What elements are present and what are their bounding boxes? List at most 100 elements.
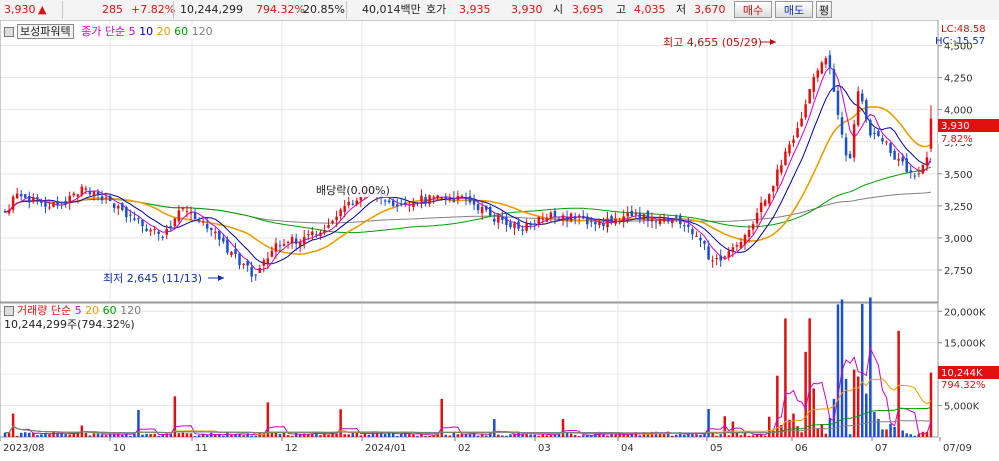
volume-bar bbox=[573, 434, 577, 437]
candle-body bbox=[695, 235, 698, 237]
candle-body bbox=[634, 213, 638, 215]
evaluate-button[interactable]: 평 bbox=[816, 1, 832, 18]
candle-body bbox=[169, 226, 173, 228]
candle-body bbox=[218, 230, 221, 240]
legend-toggle-icon[interactable] bbox=[4, 306, 14, 316]
volume-bar bbox=[800, 432, 803, 437]
volume-bar bbox=[784, 318, 787, 437]
volume-bar bbox=[715, 435, 718, 437]
stock-chart[interactable]: 2,7503,0003,2503,5003,7504,0004,2504,500… bbox=[0, 19, 999, 458]
candle-body bbox=[60, 202, 63, 204]
price-change: 285 bbox=[102, 3, 123, 16]
volume-bar bbox=[767, 416, 771, 437]
volume-bar bbox=[747, 435, 751, 437]
candle-body bbox=[763, 200, 767, 206]
volume-bar bbox=[873, 412, 876, 437]
candle-body bbox=[112, 203, 116, 208]
candle-body bbox=[521, 229, 524, 231]
candle-body bbox=[929, 118, 933, 149]
candle-body bbox=[885, 141, 888, 143]
volume-bar bbox=[100, 434, 104, 437]
candle-body bbox=[133, 218, 136, 220]
low-label: 저 bbox=[676, 3, 687, 16]
volume-bar bbox=[141, 434, 144, 437]
candle-body bbox=[480, 206, 484, 214]
candle-body bbox=[723, 256, 727, 258]
candle-body bbox=[84, 188, 88, 190]
volume-bar bbox=[40, 434, 43, 437]
volume-bar bbox=[379, 433, 383, 437]
volume-bar bbox=[181, 432, 185, 437]
date-tick-label: 2023/08 bbox=[3, 443, 45, 454]
date-tick-label: 03 bbox=[538, 443, 551, 454]
candle-body bbox=[869, 120, 872, 136]
candle-body bbox=[472, 199, 476, 205]
candle-body bbox=[92, 191, 96, 197]
vma5-legend: 5 bbox=[74, 304, 82, 317]
last-pct-tag-value: 7.82% bbox=[941, 134, 973, 145]
volume-bar bbox=[145, 433, 148, 437]
volume-bar bbox=[230, 434, 233, 437]
candle-body bbox=[840, 117, 844, 135]
candle-body bbox=[209, 227, 213, 230]
volume-bar bbox=[727, 435, 731, 437]
volume-bar bbox=[545, 435, 549, 437]
candle-body bbox=[565, 216, 569, 221]
candle-body bbox=[873, 132, 876, 134]
volume-bar bbox=[763, 435, 767, 437]
volume-bar bbox=[468, 434, 472, 437]
legend-toggle-icon[interactable] bbox=[4, 27, 14, 37]
volume-bar bbox=[670, 435, 674, 437]
ma10-legend: 10 bbox=[139, 25, 154, 38]
candle-body bbox=[731, 247, 735, 251]
candle-body bbox=[359, 196, 363, 201]
candle-body bbox=[286, 241, 290, 243]
volume-bar bbox=[719, 434, 722, 437]
candle-body bbox=[440, 197, 443, 199]
candle-body bbox=[468, 196, 472, 203]
candle-body bbox=[602, 223, 605, 227]
volume-bar bbox=[177, 433, 181, 437]
candle-body bbox=[145, 228, 148, 231]
candle-body bbox=[877, 131, 880, 137]
candle-body bbox=[153, 228, 156, 230]
buy-button[interactable]: 매수 bbox=[734, 1, 772, 18]
candle-body bbox=[19, 193, 23, 197]
volume-bar bbox=[856, 376, 860, 437]
up-arrow-icon: ▲ bbox=[38, 3, 47, 16]
candle-body bbox=[189, 212, 193, 214]
sell-button[interactable]: 매도 bbox=[775, 1, 813, 18]
candle-body bbox=[193, 212, 197, 220]
candle-body bbox=[36, 197, 39, 200]
candle-body bbox=[161, 236, 164, 238]
volume-bar bbox=[197, 435, 201, 437]
volume-bar bbox=[569, 433, 573, 437]
date-tick-label: 04 bbox=[621, 443, 634, 454]
vma120-legend: 120 bbox=[120, 304, 142, 317]
stock-name-label[interactable]: 보성파워텍 bbox=[17, 24, 74, 39]
candle-body bbox=[88, 190, 92, 195]
volume-bar bbox=[440, 398, 443, 437]
volume-bar bbox=[416, 435, 419, 437]
volume-bar bbox=[501, 435, 504, 437]
candle-body bbox=[715, 258, 718, 260]
candle-body bbox=[40, 201, 43, 203]
volume-bar bbox=[88, 435, 92, 437]
volume-tick-label: 15,000K bbox=[944, 339, 986, 350]
candle-body bbox=[577, 215, 581, 218]
candle-body bbox=[852, 124, 856, 158]
price-change-pct: +7.82% bbox=[131, 3, 176, 16]
candle-body bbox=[323, 230, 326, 233]
volume-bar bbox=[796, 426, 799, 437]
candle-body bbox=[812, 77, 815, 92]
volume-bar bbox=[84, 432, 88, 437]
candle-body bbox=[666, 217, 670, 222]
candle-body bbox=[784, 151, 787, 166]
candle-body bbox=[141, 219, 144, 227]
candle-body bbox=[727, 251, 731, 257]
volume-bar bbox=[505, 435, 508, 437]
volume-bar bbox=[19, 432, 23, 437]
candle-body bbox=[897, 158, 900, 161]
candle-body bbox=[650, 218, 654, 222]
volume-bar bbox=[68, 434, 71, 437]
